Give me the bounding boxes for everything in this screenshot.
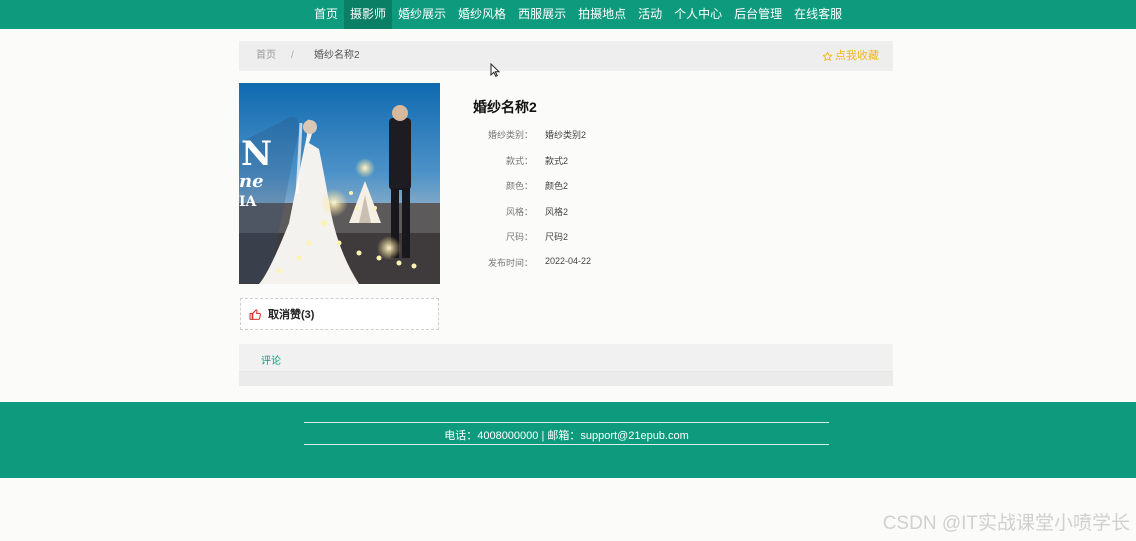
breadcrumb-home-link[interactable]: 首页 (256, 41, 276, 71)
tab-header (239, 344, 893, 372)
attr-label: 尺码： (505, 232, 533, 242)
cancel-like-button[interactable]: 取消赞(3) (240, 298, 439, 330)
nav-item-wedding-dress[interactable]: 婚纱展示 (392, 0, 452, 29)
nav-item-admin[interactable]: 后台管理 (728, 0, 788, 29)
attr-value: 风格2 (545, 207, 569, 217)
footer-divider (304, 422, 829, 423)
nav-item-locations[interactable]: 拍摄地点 (572, 0, 632, 29)
favorite-button[interactable]: 点我收藏 (822, 41, 879, 71)
nav-item-home[interactable]: 首页 (308, 0, 344, 29)
svg-text:ne: ne (239, 171, 264, 192)
svg-text:IA: IA (239, 194, 258, 210)
comment-section: 评论 (239, 344, 893, 386)
nav-item-dress-style[interactable]: 婚纱风格 (452, 0, 512, 29)
nav-item-photographer[interactable]: 摄影师 (344, 0, 393, 29)
attr-label: 发布时间： (487, 258, 533, 268)
attr-value: 款式2 (545, 156, 569, 166)
star-icon (822, 51, 833, 61)
attr-value: 婚纱类别2 (545, 130, 587, 140)
watermark: CSDN @IT实战课堂小喷学长 (882, 513, 1130, 534)
attr-row-size: 尺码： 尺码2 (473, 230, 568, 244)
attr-value: 颜色2 (545, 181, 569, 191)
footer-divider (304, 444, 829, 445)
attr-label: 款式： (505, 156, 533, 166)
footer-contact: 电话：4008000000 | 邮箱：support@21epub.com (444, 430, 689, 442)
thumbs-up-icon (249, 308, 261, 320)
nav-menu: 首页 摄影师 婚纱展示 婚纱风格 西服展示 拍摄地点 活动 个人中心 后台管理 … (308, 0, 848, 29)
attr-row-category: 婚纱类别： 婚纱类别2 (473, 128, 586, 142)
attr-label: 颜色： (505, 181, 533, 191)
attr-value: 尺码2 (545, 232, 569, 242)
nav-item-support[interactable]: 在线客服 (788, 0, 848, 29)
product-title: 婚纱名称2 (473, 99, 537, 115)
breadcrumb-separator: / (291, 50, 294, 61)
svg-text:N: N (241, 134, 272, 174)
favorite-label: 点我收藏 (835, 50, 879, 62)
attr-value: 2022-04-22 (545, 256, 592, 266)
tab-comments[interactable]: 评论 (261, 352, 281, 367)
attr-row-date: 发布时间： 2022-04-22 (473, 256, 591, 270)
breadcrumb: 首页 / 婚纱名称2 点我收藏 (239, 41, 893, 71)
attr-row-theme: 风格： 风格2 (473, 205, 568, 219)
attr-label: 婚纱类别： (487, 130, 533, 140)
nav-item-events[interactable]: 活动 (632, 0, 668, 29)
attr-row-style: 款式： 款式2 (473, 154, 568, 168)
product-info: 婚纱名称2 (473, 97, 537, 117)
top-navbar: 首页 摄影师 婚纱展示 婚纱风格 西服展示 拍摄地点 活动 个人中心 后台管理 … (0, 0, 1136, 29)
like-label: 取消赞(3) (268, 309, 315, 321)
attr-label: 风格： (505, 207, 533, 217)
product-photo: N ne IA (239, 83, 440, 284)
mouse-cursor-icon (490, 63, 500, 77)
nav-item-profile[interactable]: 个人中心 (668, 0, 728, 29)
breadcrumb-current: 婚纱名称2 (314, 50, 360, 61)
nav-item-suits[interactable]: 西服展示 (512, 0, 572, 29)
footer: 电话：4008000000 | 邮箱：support@21epub.com (0, 402, 1136, 478)
attr-row-color: 颜色： 颜色2 (473, 179, 568, 193)
